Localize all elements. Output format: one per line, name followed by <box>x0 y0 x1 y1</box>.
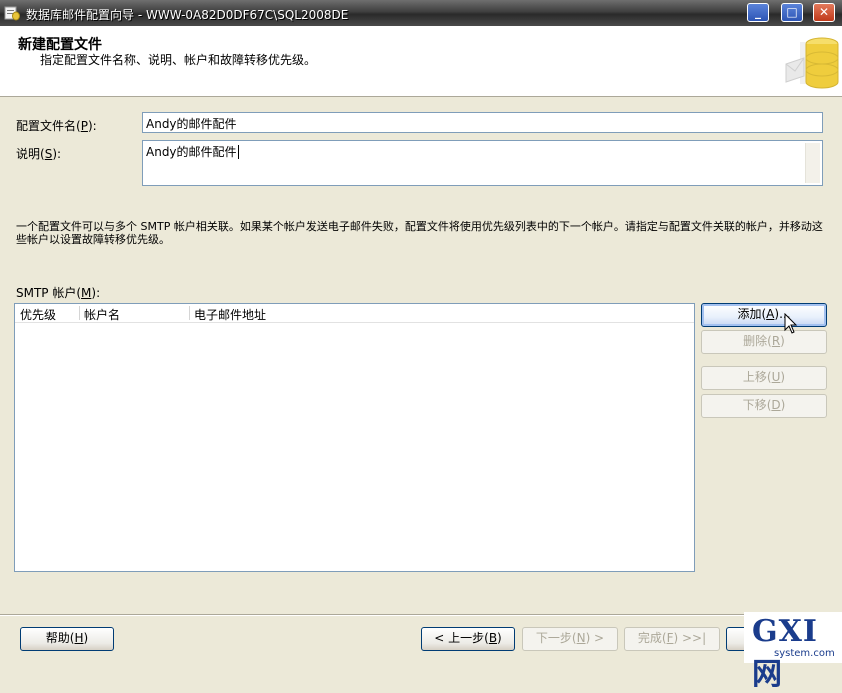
remove-label: 删除 <box>743 334 768 348</box>
description-textarea[interactable]: Andy的邮件配件 <box>142 140 823 186</box>
close-button[interactable]: ✕ <box>813 3 835 22</box>
help-button[interactable]: 帮助(H) <box>20 627 114 651</box>
next-button[interactable]: 下一步(N) > <box>522 627 618 651</box>
description-label: 说明(S): <box>16 147 62 161</box>
minimize-button[interactable]: _ <box>747 3 769 22</box>
finish-button[interactable]: 完成(F) >>| <box>624 627 720 651</box>
mouse-cursor-icon <box>784 313 798 334</box>
move-up-button[interactable]: 上移(U) <box>701 366 827 390</box>
column-email-address[interactable]: 电子邮件地址 <box>194 306 266 323</box>
database-mail-icon <box>782 28 842 94</box>
footer-separator <box>0 614 842 616</box>
column-divider[interactable] <box>189 306 190 320</box>
next-label: 下一步 <box>535 631 572 645</box>
move-down-label: 下移 <box>742 398 767 412</box>
next-access-key: N <box>576 631 586 645</box>
list-header: 优先级 帐户名 电子邮件地址 <box>15 304 694 323</box>
help-label: 帮助 <box>45 631 70 645</box>
info-text: 一个配置文件可以与多个 SMTP 帐户相关联。如果某个帐户发送电子邮件失败，配置… <box>16 220 823 246</box>
back-access-key: B <box>488 631 498 645</box>
add-label: 添加 <box>737 307 762 321</box>
profile-name-access-key: P <box>80 119 88 133</box>
text-caret <box>237 145 239 159</box>
column-divider[interactable] <box>79 306 80 320</box>
finish-access-key: F <box>666 631 674 645</box>
move-up-access-key: U <box>771 370 781 384</box>
window-title: 数据库邮件配置向导 - WWW-0A82D0DF67C\SQL2008DE <box>26 8 349 22</box>
wizard-header: 新建配置文件 指定配置文件名称、说明、帐户和故障转移优先级。 <box>0 26 842 97</box>
description-scrollbar[interactable] <box>805 143 820 183</box>
profile-name-value: Andy的邮件配件 <box>146 117 237 131</box>
profile-name-label-text: 配置文件名 <box>16 119 77 133</box>
watermark-domain: system.com <box>774 648 835 659</box>
move-down-access-key: D <box>771 398 781 412</box>
profile-name-label: 配置文件名(P): <box>16 119 97 133</box>
back-label: < 上一步 <box>434 631 485 645</box>
move-up-label: 上移 <box>742 370 767 384</box>
finish-label: 完成 <box>637 631 662 645</box>
back-button[interactable]: < 上一步(B) <box>421 627 515 651</box>
smtp-accounts-label: SMTP 帐户(M): <box>16 286 101 300</box>
site-watermark: GXI网 system.com <box>744 612 842 692</box>
profile-name-input[interactable]: Andy的邮件配件 <box>142 112 823 133</box>
remove-access-key: R <box>771 334 781 348</box>
description-value: Andy的邮件配件 <box>146 145 237 159</box>
add-account-button[interactable]: 添加(A)... <box>701 303 827 327</box>
move-down-button[interactable]: 下移(D) <box>701 394 827 418</box>
add-access-key: A <box>766 307 775 321</box>
smtp-accounts-access-key: M <box>81 286 92 300</box>
smtp-accounts-list[interactable]: 优先级 帐户名 电子邮件地址 <box>14 303 695 572</box>
column-account-name[interactable]: 帐户名 <box>84 306 120 323</box>
description-access-key: S <box>44 147 53 161</box>
app-icon <box>4 6 20 21</box>
remove-account-button[interactable]: 删除(R) <box>701 330 827 354</box>
description-label-text: 说明 <box>16 147 41 161</box>
maximize-button[interactable]: □ <box>781 3 803 22</box>
page-subtitle: 指定配置文件名称、说明、帐户和故障转移优先级。 <box>40 53 317 67</box>
column-priority[interactable]: 优先级 <box>20 306 56 323</box>
help-access-key: H <box>74 631 84 645</box>
smtp-accounts-label-text: SMTP 帐户 <box>16 286 77 300</box>
title-bar[interactable]: 数据库邮件配置向导 - WWW-0A82D0DF67C\SQL2008DE _ … <box>0 0 842 26</box>
